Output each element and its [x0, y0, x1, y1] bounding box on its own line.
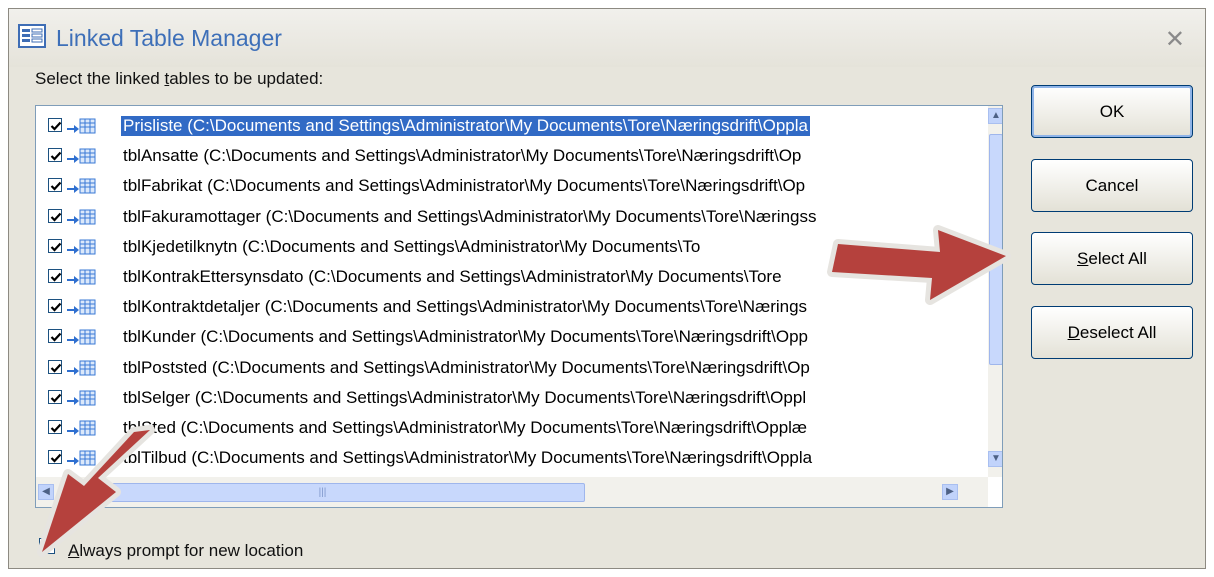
- check-icon: [50, 302, 62, 312]
- check-icon: [50, 182, 62, 191]
- row-checkbox[interactable]: [48, 269, 62, 283]
- table-row[interactable]: tblKontrakEttersynsdato (C:\Documents an…: [36, 263, 986, 292]
- select-all-accel: S: [1077, 248, 1089, 268]
- select-all-label: Select All: [1077, 249, 1147, 269]
- row-checkbox[interactable]: [48, 208, 62, 223]
- scroll-right-icon[interactable]: ▶: [942, 484, 958, 500]
- table-row[interactable]: tblKunder (C:\Documents and Settings\Adm…: [36, 323, 986, 352]
- table-row-text: tblFabrikat (C:\Documents and Settings\A…: [123, 176, 806, 196]
- instruction-prefix: Select the linked: [35, 69, 165, 88]
- always-prompt-accel: A: [68, 541, 80, 560]
- deselect-all-accel: D: [1067, 322, 1080, 342]
- horizontal-scroll-thumb[interactable]: |||: [60, 483, 585, 502]
- row-checkbox[interactable]: [48, 359, 62, 374]
- linked-table-icon: [67, 420, 96, 436]
- row-checkbox[interactable]: [48, 178, 62, 193]
- deselect-all-label: Deselect All: [1068, 323, 1157, 343]
- check-icon: [50, 453, 62, 463]
- deselect-all-button[interactable]: Deselect All: [1031, 306, 1193, 359]
- linked-table-icon: [67, 118, 96, 134]
- row-checkbox[interactable]: [48, 329, 62, 344]
- grip-icon: |||: [318, 487, 327, 498]
- ok-button[interactable]: OK: [1031, 85, 1193, 138]
- row-checkbox[interactable]: [48, 450, 62, 465]
- linked-table-icon: [67, 329, 96, 345]
- table-row-text: tblFakuramottager (C:\Documents and Sett…: [123, 206, 817, 226]
- check-icon: [50, 393, 62, 403]
- ok-label: OK: [1099, 101, 1125, 121]
- table-row-text: tblTilbud (C:\Documents and Settings\Adm…: [123, 448, 813, 468]
- vertical-scroll-thumb[interactable]: [989, 134, 1002, 365]
- linked-table-icon: [67, 450, 96, 466]
- always-prompt-box[interactable]: [39, 538, 55, 554]
- table-row-text: tblSted (C:\Documents and Settings\Admin…: [123, 418, 808, 437]
- check-icon: [50, 121, 62, 131]
- table-row[interactable]: Prisliste (C:\Documents and Settings\Adm…: [36, 112, 986, 141]
- check-icon: [50, 272, 62, 282]
- window-title: Linked Table Manager: [56, 25, 282, 51]
- check-icon: [50, 363, 62, 373]
- select-all-button[interactable]: Select All: [1031, 232, 1193, 285]
- instruction-suffix: ables to be updated:: [169, 69, 324, 88]
- linked-tables-list[interactable]: ▲ ▼ ◀ ||| ▶ Prisliste (C:\Documents and …: [35, 105, 1003, 508]
- table-row[interactable]: tblKjedetilknytn (C:\Documents and Setti…: [36, 233, 986, 262]
- row-checkbox[interactable]: [48, 148, 62, 163]
- table-row[interactable]: tblSted (C:\Documents and Settings\Admin…: [36, 414, 986, 443]
- select-all-rest: elect All: [1088, 248, 1147, 268]
- table-row-text: tblKontrakEttersynsdato (C:\Documents an…: [123, 267, 782, 286]
- table-row-text: tblAnsatte (C:\Documents and Settings\Ad…: [123, 146, 802, 166]
- check-icon: [50, 242, 62, 252]
- table-row[interactable]: tblAnsatte (C:\Documents and Settings\Ad…: [36, 142, 986, 171]
- table-row[interactable]: tblFabrikat (C:\Documents and Settings\A…: [36, 172, 986, 201]
- linked-table-icon: [67, 299, 96, 315]
- row-checkbox[interactable]: [48, 238, 62, 253]
- check-icon: [42, 542, 54, 553]
- check-icon: [50, 423, 62, 433]
- linked-table-icon: [67, 239, 96, 255]
- linked-table-icon: [67, 209, 96, 225]
- table-row-text: tblKunder (C:\Documents and Settings\Adm…: [123, 327, 808, 347]
- always-prompt-rest: lways prompt for new location: [79, 541, 304, 560]
- linked-table-icon: [67, 269, 96, 285]
- deselect-all-rest: eselect All: [1079, 322, 1157, 342]
- row-checkbox[interactable]: [48, 118, 62, 132]
- horizontal-scrollbar[interactable]: ◀ ||| ▶: [36, 477, 988, 507]
- scroll-left-icon[interactable]: ◀: [38, 484, 54, 500]
- row-checkbox[interactable]: [48, 420, 62, 434]
- linked-table-manager-dialog: Linked Table Manager ✕ Select the linked…: [8, 8, 1206, 569]
- row-checkbox[interactable]: [48, 299, 62, 314]
- linked-table-icon: [67, 360, 96, 376]
- linked-table-icon: [67, 148, 96, 164]
- instruction-label: Select the linked tables to be updated:: [35, 69, 323, 89]
- check-icon: [50, 212, 62, 222]
- linked-table-icon: [67, 178, 96, 194]
- table-row-text: tblPoststed (C:\Documents and Settings\A…: [123, 357, 810, 377]
- table-row-text: tblKjedetilknytn (C:\Documents and Setti…: [123, 236, 701, 256]
- always-prompt-label[interactable]: Always prompt for new location: [68, 541, 303, 561]
- table-row[interactable]: tblSelger (C:\Documents and Settings\Adm…: [36, 384, 986, 413]
- table-row[interactable]: tblPoststed (C:\Documents and Settings\A…: [36, 354, 986, 383]
- form-icon: [18, 24, 46, 48]
- table-row[interactable]: tblFakuramottager (C:\Documents and Sett…: [36, 203, 986, 232]
- close-icon[interactable]: ✕: [1165, 25, 1185, 54]
- table-row-text: tblKontraktdetaljer (C:\Documents and Se…: [123, 297, 808, 317]
- title-bar: Linked Table Manager ✕: [9, 9, 1205, 67]
- check-icon: [50, 333, 62, 342]
- linked-table-icon: [67, 390, 96, 406]
- table-row[interactable]: tblKontraktdetaljer (C:\Documents and Se…: [36, 293, 986, 322]
- cancel-button[interactable]: Cancel: [1031, 159, 1193, 212]
- scroll-down-icon[interactable]: ▼: [988, 451, 1002, 467]
- scroll-up-icon[interactable]: ▲: [988, 108, 1002, 124]
- vertical-scrollbar[interactable]: ▲ ▼: [988, 106, 1002, 477]
- check-icon: [50, 151, 62, 161]
- table-row[interactable]: tblTilbud (C:\Documents and Settings\Adm…: [36, 444, 986, 473]
- table-row-text: tblSelger (C:\Documents and Settings\Adm…: [123, 387, 807, 407]
- cancel-label: Cancel: [1085, 175, 1139, 195]
- table-row-text: Prisliste (C:\Documents and Settings\Adm…: [121, 116, 810, 136]
- row-checkbox[interactable]: [48, 389, 62, 404]
